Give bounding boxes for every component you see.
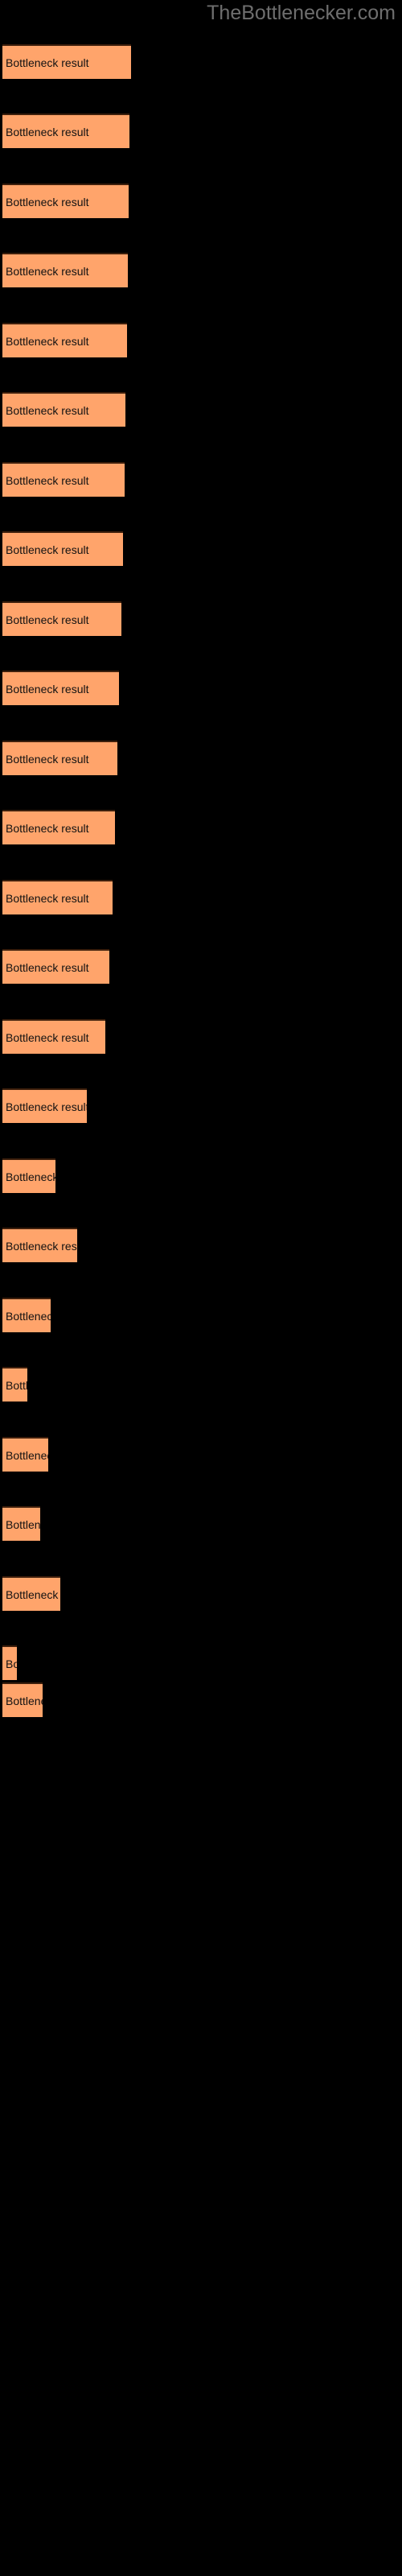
bar-2[interactable]: Bottleneck result [2, 114, 129, 148]
bottleneck-bar-chart: TheBottlenecker.com Bottleneck result Bot… [0, 0, 402, 2576]
bar-1[interactable]: Bottleneck result [2, 44, 131, 79]
bar-23[interactable]: Bottleneck result [2, 1576, 60, 1611]
bar-label: Bottleneck result [6, 1657, 17, 1670]
bar-label: Bottleneck result [6, 1309, 51, 1323]
bar-15[interactable]: Bottleneck result [2, 1019, 105, 1054]
bar-10[interactable]: Bottleneck result [2, 671, 119, 705]
bar-21[interactable]: Bottleneck result [2, 1437, 48, 1472]
bar-label: Bottleneck result [6, 613, 89, 626]
bar-6[interactable]: Bottleneck result [2, 392, 125, 427]
bar-4[interactable]: Bottleneck result [2, 253, 128, 287]
bar-11[interactable]: Bottleneck result [2, 741, 117, 775]
bar-16[interactable]: Bottleneck result [2, 1088, 87, 1123]
bar-label: Bottleneck result [6, 543, 89, 556]
bar-label: Bottleneck result [6, 1517, 40, 1531]
bar-label: Bottleneck result [6, 334, 89, 348]
bar-25[interactable]: Bottleneck result [2, 1682, 43, 1717]
bar-label: Bottleneck result [6, 1100, 87, 1113]
bar-24[interactable]: Bottleneck result [2, 1645, 17, 1680]
bar-5[interactable]: Bottleneck result [2, 323, 127, 357]
bar-20[interactable]: Bottleneck result [2, 1367, 27, 1402]
bar-18[interactable]: Bottleneck result [2, 1228, 77, 1262]
bar-label: Bottleneck result [6, 195, 89, 208]
bar-label: Bottleneck result [6, 1694, 43, 1707]
bar-label: Bottleneck result [6, 1030, 89, 1044]
bar-label: Bottleneck result [6, 752, 89, 766]
bar-22[interactable]: Bottleneck result [2, 1506, 40, 1541]
bar-9[interactable]: Bottleneck result [2, 601, 121, 636]
bar-14[interactable]: Bottleneck result [2, 949, 109, 984]
bar-label: Bottleneck result [6, 1448, 48, 1462]
bar-8[interactable]: Bottleneck result [2, 531, 123, 566]
bar-label: Bottleneck result [6, 56, 89, 69]
bar-7[interactable]: Bottleneck result [2, 462, 125, 497]
bar-19[interactable]: Bottleneck result [2, 1298, 51, 1332]
bar-label: Bottleneck result [6, 891, 89, 905]
bar-series: Bottleneck result Bottleneck result Bottle… [0, 0, 402, 2576]
bar-3[interactable]: Bottleneck result [2, 184, 129, 218]
bar-label: Bottleneck result [6, 1587, 60, 1601]
bar-12[interactable]: Bottleneck result [2, 810, 115, 844]
bar-17[interactable]: Bottleneck result [2, 1158, 55, 1193]
bar-label: Bottleneck result [6, 1170, 55, 1183]
bar-label: Bottleneck result [6, 960, 89, 974]
bar-label: Bottleneck result [6, 1239, 77, 1253]
bar-label: Bottleneck result [6, 1378, 27, 1392]
bar-label: Bottleneck result [6, 264, 89, 278]
bar-label: Bottleneck result [6, 125, 89, 138]
bar-label: Bottleneck result [6, 682, 89, 696]
bar-label: Bottleneck result [6, 473, 89, 487]
bar-label: Bottleneck result [6, 403, 89, 417]
bar-label: Bottleneck result [6, 821, 89, 835]
bar-13[interactable]: Bottleneck result [2, 880, 113, 914]
